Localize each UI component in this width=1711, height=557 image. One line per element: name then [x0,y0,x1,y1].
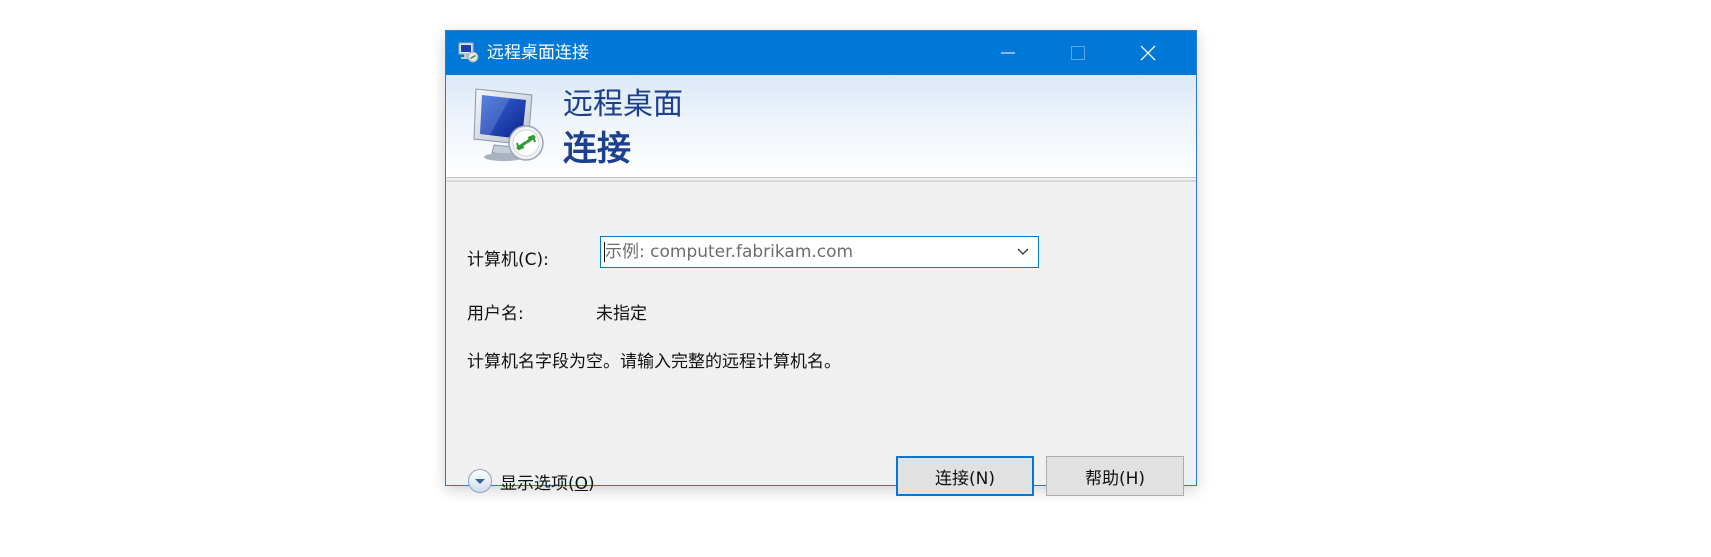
maximize-button[interactable] [1043,31,1113,75]
help-button[interactable]: 帮助(H) [1046,456,1184,496]
connect-button[interactable]: 连接(N) [896,456,1034,496]
maximize-icon [1071,46,1085,60]
banner-divider [446,177,1196,178]
computer-combobox[interactable] [600,236,1039,268]
username-label: 用户名: [467,304,524,324]
username-value: 未指定 [596,304,647,324]
banner-title-line1: 远程桌面 [563,87,683,122]
combobox-dropdown-button[interactable] [1008,237,1038,267]
title-bar[interactable]: 远程桌面连接 [446,31,1196,75]
remote-desktop-connection-window: 远程桌面连接 远程桌面 连接 计算机(C): 示例: computer.fabr… [445,30,1197,496]
header-banner: 远程桌面 连接 [446,75,1196,177]
close-button[interactable] [1113,31,1183,75]
expand-options-icon [468,469,492,493]
banner-title-line2: 连接 [563,129,631,169]
chevron-down-icon [1017,248,1029,255]
remote-desktop-icon [458,42,479,63]
computer-label: 计算机(C): [467,250,549,270]
remote-desktop-logo-icon [473,88,544,161]
show-options-toggle[interactable]: 显示选项(O) [467,467,595,495]
minimize-button[interactable] [973,31,1043,75]
text-cursor [604,242,605,262]
show-options-label[interactable]: 显示选项(O) [500,469,595,494]
window-title: 远程桌面连接 [487,43,589,63]
banner-divider-shadow [446,180,1196,182]
computer-input[interactable] [603,237,1003,267]
minimize-icon [1001,52,1015,54]
status-message: 计算机名字段为空。请输入完整的远程计算机名。 [467,352,841,372]
close-icon [1140,45,1156,61]
